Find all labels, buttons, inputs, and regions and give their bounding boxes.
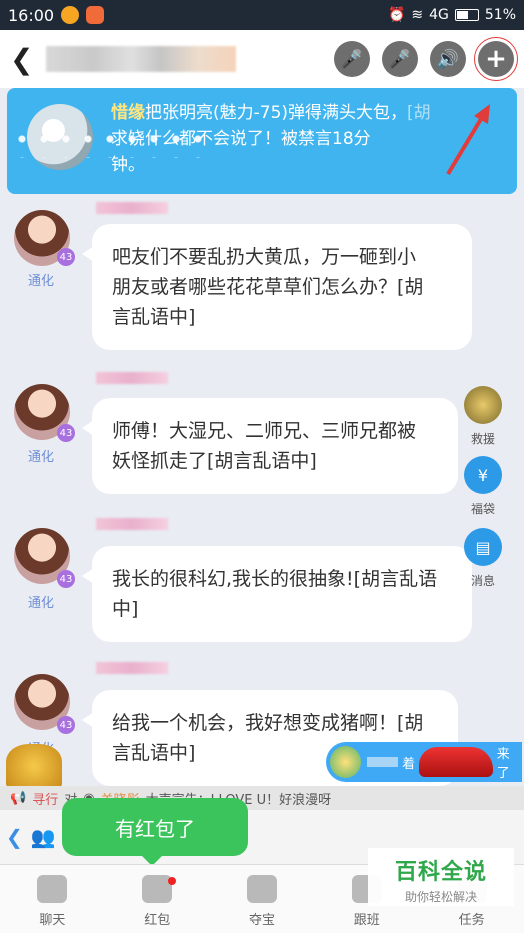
status-bar: 16:00 ⏰ ≋ 4G 51% bbox=[0, 0, 524, 30]
role-label: 通化 bbox=[28, 596, 55, 611]
level-badge: 43 bbox=[57, 248, 75, 266]
message-line: 吧友们不要乱扔大黄瓜，万一砸到小 bbox=[112, 246, 417, 268]
message-label: 消息 bbox=[470, 574, 495, 588]
red-packet-toast[interactable]: 有红包了 bbox=[62, 798, 248, 866]
network-type: 4G bbox=[429, 7, 449, 23]
watermark-title: 百科全说 bbox=[394, 860, 487, 885]
level-badge: 43 bbox=[57, 424, 75, 442]
car-icon bbox=[419, 747, 493, 777]
sender-name bbox=[96, 662, 168, 674]
weibo-icon bbox=[61, 6, 80, 24]
unread-dot bbox=[167, 877, 176, 885]
announce-line1: 把张明亮(魅力-75)弹得满头大包， bbox=[145, 103, 408, 123]
car-banner-prefix: 着 bbox=[402, 756, 416, 772]
sender-name bbox=[96, 372, 168, 384]
message-line: 妖怪抓走了[胡言乱语中] bbox=[112, 450, 317, 472]
annotation-arrow bbox=[446, 104, 490, 176]
back-arrow-icon[interactable]: ❮ bbox=[10, 43, 36, 76]
speaker-icon: 🔊 bbox=[436, 48, 460, 70]
announce-nick: 惜缘 bbox=[111, 103, 145, 123]
notification-icon bbox=[86, 6, 105, 24]
horn-icon: 📢 bbox=[10, 790, 27, 806]
tab-label: 红包 bbox=[144, 913, 171, 928]
tab-red-packet[interactable]: 红包 bbox=[105, 865, 210, 933]
announce-suffix: [胡 bbox=[407, 103, 431, 123]
clock: 16:00 bbox=[8, 5, 55, 25]
room-title bbox=[46, 46, 236, 72]
message-line: 给我一个机会，我好想变成猪啊！[胡 bbox=[112, 712, 424, 734]
chat-icon bbox=[37, 875, 68, 903]
mic-icon: 🎤 bbox=[388, 48, 412, 70]
tab-treasure[interactable]: 夺宝 bbox=[210, 865, 315, 933]
lucky-bag-widget[interactable]: ¥ 福袋 bbox=[458, 456, 508, 517]
level-badge: 43 bbox=[57, 716, 75, 734]
message-line: 我长的很科幻,我长的很抽象![胡言乱语 bbox=[112, 568, 438, 590]
level-badge: 43 bbox=[57, 570, 75, 588]
alarm-icon: ⏰ bbox=[387, 7, 406, 23]
tab-label: 聊天 bbox=[39, 913, 66, 928]
speaker-button[interactable]: 🔊 bbox=[430, 41, 466, 77]
lucky-bag-label: 福袋 bbox=[470, 502, 495, 516]
watermark-subtitle: 助你轻松解决 bbox=[404, 890, 477, 904]
tab-chat[interactable]: 聊天 bbox=[0, 865, 105, 933]
message-bubble[interactable]: 师傅！大湿兄、二师兄、三师兄都被 妖怪抓走了[胡言乱语中] bbox=[82, 398, 458, 494]
message-line: 言乱语中] bbox=[112, 306, 196, 328]
message-bubble[interactable]: 吧友们不要乱扔大黄瓜，万一砸到小 朋友或者哪些花花草草们怎么办？[胡 言乱语中] bbox=[82, 224, 472, 350]
swords-icon bbox=[246, 875, 277, 903]
battery-level: 51% bbox=[484, 7, 516, 23]
mic-button-1[interactable]: 🎤 bbox=[334, 41, 370, 77]
user-avatar-icon bbox=[330, 746, 362, 778]
sender-name bbox=[96, 518, 168, 530]
group-icon[interactable]: 👥 bbox=[31, 825, 56, 849]
watermark-logo: 百科全说 助你轻松解决 bbox=[368, 848, 514, 906]
battery-icon bbox=[454, 9, 479, 21]
sparkle-effect bbox=[11, 128, 211, 158]
message-line: 朋友或者哪些花花草草们怎么办？[胡 bbox=[112, 276, 424, 298]
chat-header: ❮ 🎤 🎤 🔊 + bbox=[0, 30, 524, 88]
rescue-widget[interactable]: 救援 bbox=[458, 386, 508, 447]
mascot-icon bbox=[6, 744, 62, 788]
sender-name bbox=[96, 202, 168, 214]
rescue-label: 救援 bbox=[470, 432, 495, 446]
mic-icon: 🎤 bbox=[340, 48, 364, 70]
plus-icon: + bbox=[485, 44, 507, 74]
message-line: 中] bbox=[112, 598, 139, 620]
message-widget[interactable]: ▤ 消息 bbox=[458, 528, 508, 589]
blurred-name bbox=[367, 757, 399, 767]
mic-button-2[interactable]: 🎤 bbox=[382, 41, 418, 77]
tab-label: 任务 bbox=[458, 913, 485, 928]
lucky-bag-icon: ¥ bbox=[464, 456, 502, 494]
car-banner-suffix: 来了 bbox=[496, 747, 510, 781]
marquee-user1: 寻行 bbox=[32, 792, 59, 808]
tab-label: 跟班 bbox=[353, 913, 380, 928]
car-banner[interactable]: 着 来了 bbox=[326, 742, 522, 782]
message-line: 师傅！大湿兄、二师兄、三师兄都被 bbox=[112, 420, 417, 442]
rescue-icon bbox=[464, 386, 502, 424]
role-label: 通化 bbox=[28, 274, 55, 289]
clipboard-icon: ▤ bbox=[464, 528, 502, 566]
collapse-arrow-icon[interactable]: ❮ bbox=[6, 825, 23, 849]
message-bubble[interactable]: 我长的很科幻,我长的很抽象![胡言乱语 中] bbox=[82, 546, 472, 642]
plus-button[interactable]: + bbox=[474, 37, 518, 81]
role-label: 通化 bbox=[28, 450, 55, 465]
wifi-icon: ≋ bbox=[411, 7, 424, 23]
tab-label: 夺宝 bbox=[248, 913, 275, 928]
